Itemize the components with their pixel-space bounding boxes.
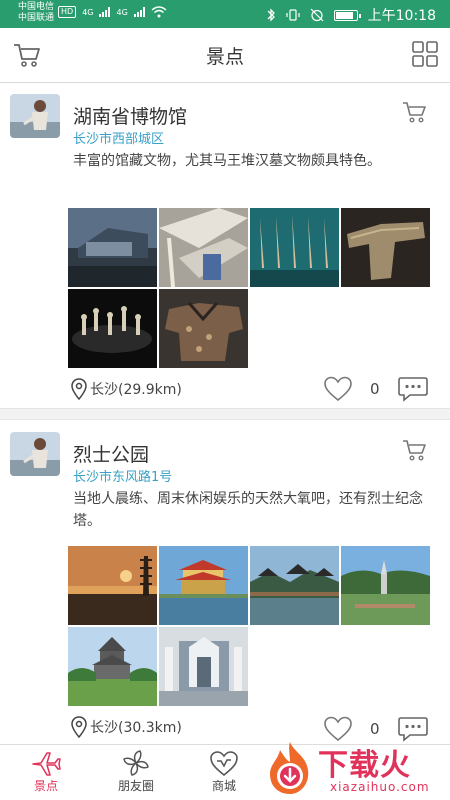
watermark-brand: 下载火: [318, 748, 411, 783]
post-photo[interactable]: [68, 208, 157, 287]
airplane-icon: [32, 752, 61, 776]
location-pin-icon: [71, 716, 87, 738]
post-title[interactable]: 湖南省博物馆: [73, 102, 187, 129]
tab-label: 商城: [211, 779, 236, 793]
network-type-1: 4G: [82, 7, 94, 17]
carrier-1: 中国电信: [18, 2, 55, 12]
post-address[interactable]: 长沙市西部城区: [73, 128, 164, 147]
heart-shop-icon: [210, 751, 238, 777]
like-count: 0: [370, 380, 380, 398]
post-card[interactable]: 湖南省博物馆 长沙市西部城区 丰富的馆藏文物，尤其马王堆汉墓文物颇具特色。 长沙…: [0, 84, 450, 408]
post-photo[interactable]: [341, 208, 430, 287]
post-photo[interactable]: [159, 208, 248, 287]
pinwheel-icon: [123, 750, 149, 776]
tab-moments[interactable]: 朋友圈: [96, 749, 176, 794]
add-to-cart-icon[interactable]: [402, 100, 428, 124]
tab-label: 景点: [33, 779, 58, 793]
alarm-off-icon: [310, 8, 324, 22]
network-type-2: 4G: [116, 7, 128, 17]
like-heart-icon[interactable]: [324, 376, 352, 402]
location-text: 长沙(29.9km): [90, 382, 182, 398]
watermark: 下载火 xiazaihuo.com: [258, 736, 448, 800]
tab-label: 朋友圈: [117, 779, 154, 793]
post-address[interactable]: 长沙市东风路1号: [73, 466, 172, 485]
post-photo[interactable]: [250, 208, 339, 287]
post-title[interactable]: 烈士公园: [73, 440, 149, 467]
signal-icon: [99, 7, 111, 17]
signal-indicators: HD 4G 4G: [58, 6, 167, 18]
grid-menu-icon[interactable]: [412, 41, 438, 67]
post-photo[interactable]: [68, 289, 157, 368]
hd-badge: HD: [58, 6, 77, 18]
location-text: 长沙(30.3km): [90, 720, 182, 736]
post-description: 当地人晨练、周末休闲娱乐的天然大氧吧，还有烈士纪念塔。: [73, 491, 423, 529]
signal-icon: [133, 7, 145, 17]
post-location[interactable]: 长沙(29.9km): [70, 378, 182, 400]
wifi-icon: [151, 6, 167, 18]
flame-logo-icon: [270, 742, 309, 794]
post-photo[interactable]: [68, 627, 157, 706]
add-to-cart-icon[interactable]: [402, 438, 428, 462]
carrier-2: 中国联通: [18, 13, 55, 23]
vibrate-icon: [286, 9, 300, 21]
post-photo[interactable]: [159, 289, 248, 368]
watermark-domain: xiazaihuo.com: [330, 780, 430, 794]
bluetooth-icon: [267, 8, 275, 22]
tab-shop[interactable]: 商城: [184, 749, 264, 794]
avatar[interactable]: [10, 432, 60, 476]
post-photo[interactable]: [250, 546, 339, 625]
post-card[interactable]: 烈士公园 长沙市东风路1号 当地人晨练、周末休闲娱乐的天然大氧吧，还有烈士纪念塔…: [0, 422, 450, 744]
post-photo[interactable]: [341, 546, 430, 625]
clock: 上午10:18: [367, 8, 436, 24]
battery-icon: [333, 9, 361, 21]
status-bar: 中国电信 中国联通 HD 4G 4G 上午10:18: [0, 0, 450, 28]
card-divider: [0, 408, 450, 420]
tab-scenic-spots[interactable]: 景点: [6, 749, 86, 794]
avatar[interactable]: [10, 94, 60, 138]
post-description: 丰富的馆藏文物，尤其马王堆汉墓文物颇具特色。: [73, 153, 381, 169]
post-photo[interactable]: [159, 546, 248, 625]
post-photo[interactable]: [159, 627, 248, 706]
page-title: 景点: [205, 46, 244, 68]
comment-icon[interactable]: [398, 376, 428, 402]
location-pin-icon: [71, 378, 87, 400]
post-photo[interactable]: [68, 546, 157, 625]
app-header: 景点: [0, 28, 450, 83]
carrier-names: 中国电信 中国联通: [18, 2, 54, 24]
status-right: 上午10:18: [266, 5, 436, 25]
post-location[interactable]: 长沙(30.3km): [70, 716, 182, 738]
